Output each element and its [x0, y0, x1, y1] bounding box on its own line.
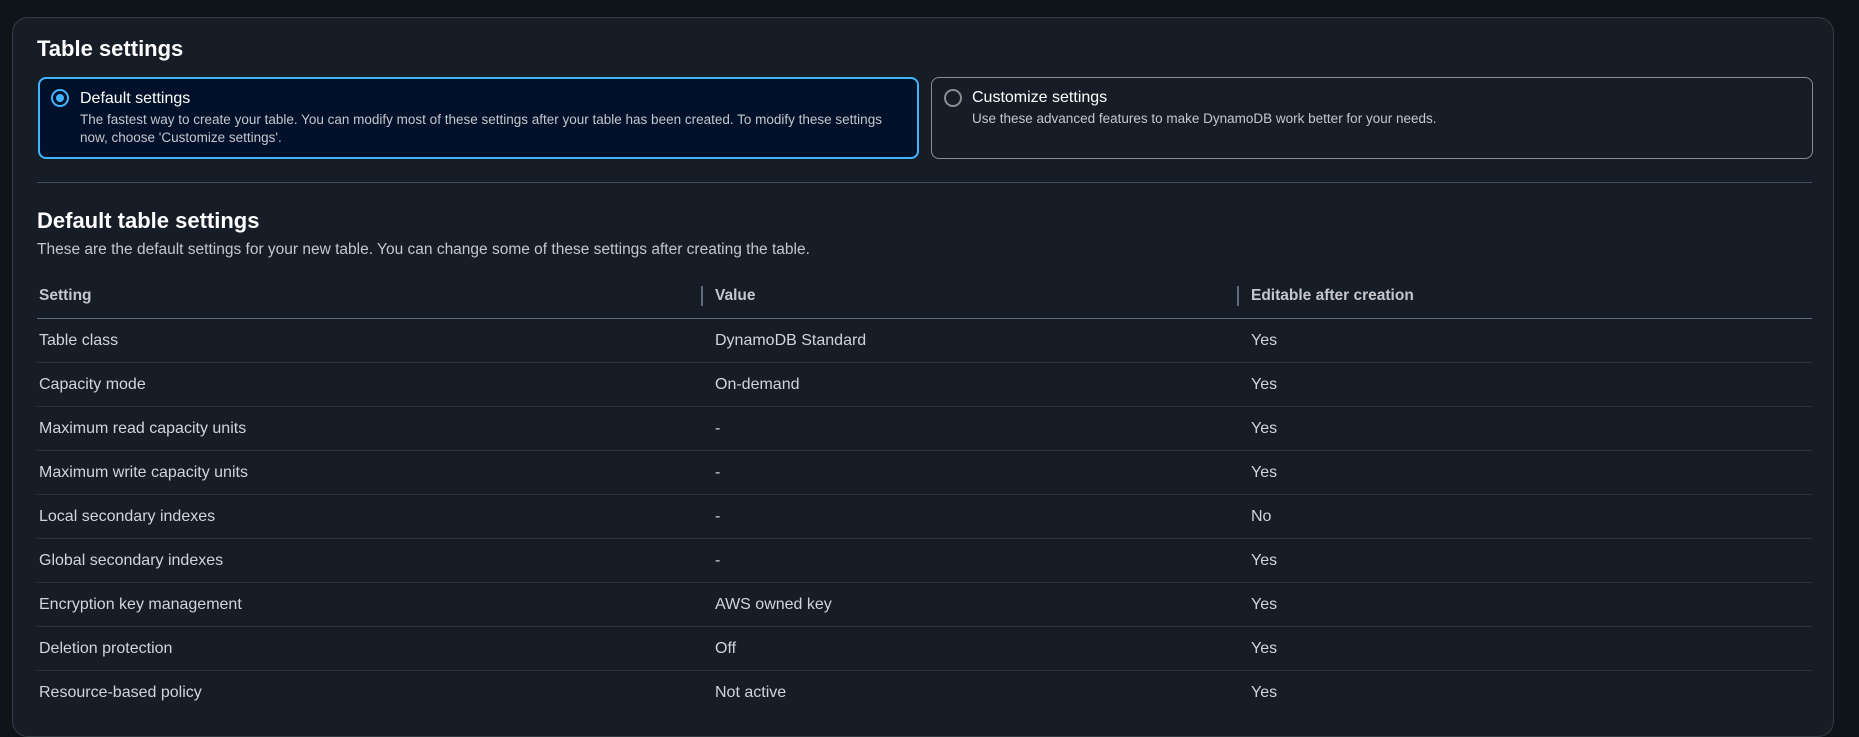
cell-value: DynamoDB Standard [713, 318, 1249, 363]
cell-editable: Yes [1249, 582, 1812, 627]
column-header-editable: Editable after creation [1237, 274, 1812, 319]
cell-setting: Capacity mode [37, 362, 713, 407]
cell-value: Not active [715, 683, 787, 701]
cell-setting: Resource-based policy [39, 683, 202, 701]
cell-editable: Yes [1251, 683, 1278, 701]
table-row: Local secondary indexes - No [37, 494, 1812, 539]
radio-selected-icon[interactable] [51, 89, 69, 107]
cell-setting: Maximum write capacity units [37, 450, 713, 495]
cell-setting: Encryption key management [37, 582, 713, 627]
tile-label: Customize settings [972, 89, 1108, 106]
section-title: Table settings [37, 36, 184, 61]
cell-editable: Yes [1249, 538, 1812, 583]
tile-description: Use these advanced features to make Dyna… [972, 111, 1437, 126]
cell-setting: Deletion protection [37, 626, 713, 671]
column-header-value: Value [701, 274, 1249, 319]
cell-value: On-demand [713, 362, 1249, 407]
column-separator [1237, 286, 1239, 306]
table-row: Maximum write capacity units - Yes [37, 450, 1812, 495]
table-row: Encryption key management AWS owned key … [37, 582, 1812, 627]
cell-editable: Yes [1249, 626, 1812, 671]
column-header-label: Value [715, 287, 756, 304]
table-row: Resource-based policy Not active Yes [37, 671, 1812, 715]
column-header-label: Editable after creation [1251, 287, 1414, 304]
cell-value: - [713, 538, 1249, 583]
table-row: Deletion protection Off Yes [37, 626, 1812, 671]
tile-label: Default settings [80, 90, 191, 107]
subsection-title: Default table settings [37, 208, 260, 233]
default-settings-tile[interactable]: Default settings The fastest way to crea… [38, 77, 919, 159]
cell-setting: Local secondary indexes [37, 494, 713, 539]
cell-value: - [713, 406, 1249, 451]
cell-editable: Yes [1249, 450, 1812, 495]
subsection-description: These are the default settings for your … [37, 241, 810, 258]
tile-description: The fastest way to create your table. Yo… [80, 112, 882, 145]
table-header-row: Setting Value Editable after creation [37, 274, 1812, 319]
cell-setting: Table class [37, 318, 713, 363]
cell-editable: Yes [1249, 362, 1812, 407]
cell-setting: Global secondary indexes [37, 538, 713, 583]
radio-unselected-icon[interactable] [944, 89, 962, 107]
column-header-label: Setting [39, 287, 92, 304]
cell-editable: No [1249, 494, 1812, 539]
column-separator [701, 286, 703, 306]
table-row: Capacity mode On-demand Yes [37, 362, 1812, 407]
table-row: Global secondary indexes - Yes [37, 538, 1812, 583]
cell-value: Off [713, 626, 1249, 671]
cell-editable: Yes [1249, 318, 1812, 363]
table-settings-panel: Table settings Default settings The fast… [12, 17, 1834, 737]
table-row: Maximum read capacity units - Yes [37, 406, 1812, 451]
cell-setting: Maximum read capacity units [37, 406, 713, 451]
customize-settings-tile[interactable]: Customize settings Use these advanced fe… [931, 77, 1813, 159]
table-row: Table class DynamoDB Standard Yes [37, 318, 1812, 363]
divider [37, 182, 1812, 183]
cell-value: AWS owned key [713, 582, 1249, 627]
column-header-setting: Setting [37, 274, 713, 319]
cell-editable: Yes [1249, 406, 1812, 451]
cell-value: - [713, 494, 1249, 539]
cell-value: - [713, 450, 1249, 495]
default-settings-table: Setting Value Editable after creation Ta… [37, 274, 1812, 714]
